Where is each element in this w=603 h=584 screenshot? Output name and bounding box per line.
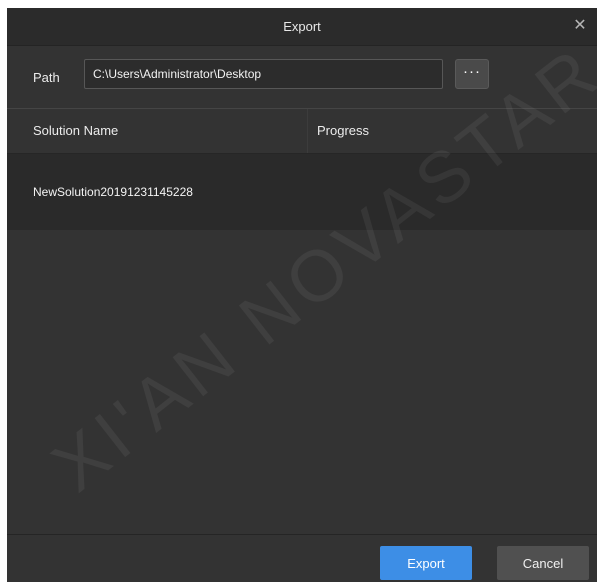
dialog-footer: Export Cancel [7, 534, 597, 582]
solution-name-cell: NewSolution20191231145228 [33, 185, 193, 199]
export-button[interactable]: Export [380, 546, 472, 580]
table-header: Solution Name Progress [7, 108, 597, 154]
export-dialog: Export ✕ Path ··· Solution Name Progress… [7, 8, 597, 582]
title-bar: Export ✕ [7, 8, 597, 46]
table-row[interactable]: NewSolution20191231145228 [7, 154, 597, 230]
column-header-solution-name: Solution Name [33, 123, 119, 138]
close-icon[interactable]: ✕ [571, 17, 589, 35]
path-row: Path ··· [7, 48, 597, 108]
cancel-button[interactable]: Cancel [497, 546, 589, 580]
path-input[interactable] [84, 59, 443, 89]
browse-button[interactable]: ··· [455, 59, 489, 89]
column-header-progress: Progress [317, 123, 370, 138]
column-separator[interactable] [307, 109, 308, 153]
path-label: Path [33, 70, 60, 85]
dialog-title: Export [283, 19, 321, 34]
